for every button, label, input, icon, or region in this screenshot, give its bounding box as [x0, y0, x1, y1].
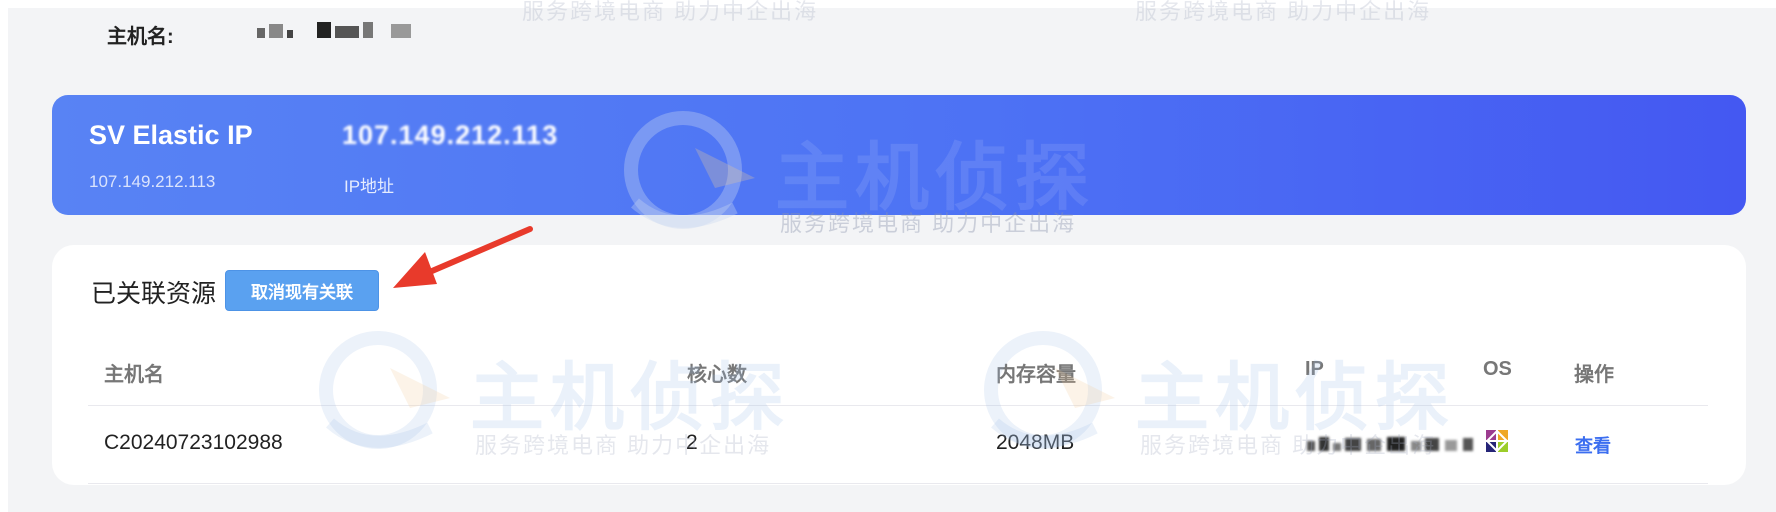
- view-link[interactable]: 查看: [1575, 432, 1611, 458]
- left-strip: [0, 0, 8, 512]
- redacted-ip-mosaic: [1307, 437, 1473, 451]
- banner-ip-value: 107.149.212.113: [342, 120, 559, 150]
- cell-memory: 2048MB: [996, 431, 1075, 454]
- column-header-os: OS: [1483, 358, 1512, 380]
- cell-ip-redacted: [1307, 435, 1477, 453]
- section-title: 已关联资源: [91, 280, 217, 308]
- cell-cores: 2: [686, 431, 698, 454]
- annotation-arrow-icon: [393, 226, 533, 288]
- column-header-ip: IP: [1305, 358, 1324, 380]
- centos-icon: [1485, 429, 1509, 453]
- hostname-row: 主机名:: [107, 20, 174, 48]
- hostname-value-redacted: [257, 22, 429, 42]
- cell-hostname: C20240723102988: [104, 431, 283, 454]
- table-row-divider: [88, 483, 1708, 484]
- banner-ip-small: 107.149.212.113: [89, 172, 216, 191]
- banner-title: SV Elastic IP: [89, 120, 253, 150]
- linked-resources-card: 已关联资源 取消现有关联 主机名 核心数 内存容量 IP OS 操作 C2024…: [52, 245, 1746, 485]
- top-strip: [0, 0, 1776, 8]
- page: 服务跨境电商 助力中企出海 服务跨境电商 助力中企出海 主机名: SV Elas…: [0, 0, 1776, 512]
- column-header-actions: 操作: [1574, 364, 1614, 386]
- unlink-button[interactable]: 取消现有关联: [225, 270, 379, 311]
- column-header-memory: 内存容量: [996, 364, 1076, 386]
- column-header-hostname: 主机名: [104, 364, 164, 386]
- table-header-divider: [88, 405, 1708, 406]
- banner-ip-label: IP地址: [344, 177, 395, 196]
- elastic-ip-banner: SV Elastic IP 107.149.212.113 107.149.21…: [52, 95, 1746, 215]
- column-header-cores: 核心数: [687, 364, 747, 386]
- hostname-label: 主机名:: [107, 25, 174, 48]
